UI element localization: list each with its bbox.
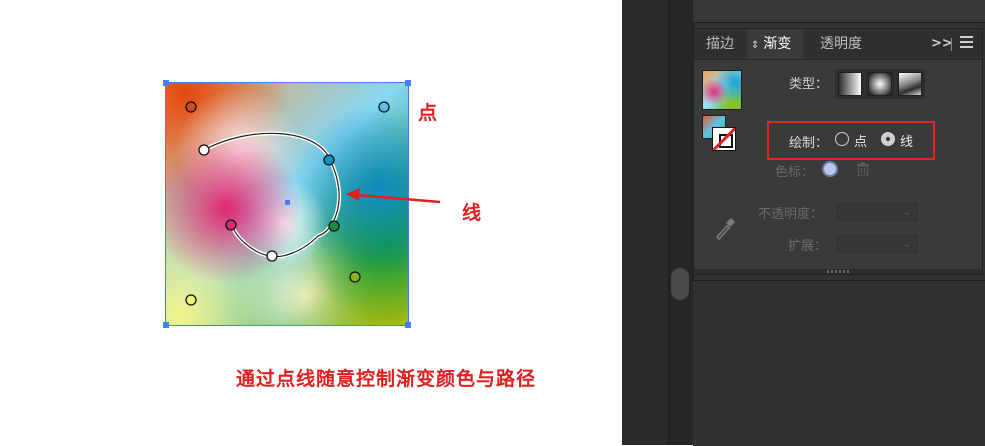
- splitter-grip[interactable]: [671, 268, 689, 300]
- panel-tabbar: 描边 ⇕ 渐变 透明度 >>: [694, 29, 982, 60]
- annotation-arrow: [346, 188, 441, 204]
- color-stop-swatch[interactable]: [822, 161, 838, 177]
- opacity-dropdown[interactable]: ⌄: [834, 201, 920, 223]
- sort-icon: ⇕: [751, 40, 760, 51]
- tab-stroke[interactable]: 描边: [706, 29, 734, 59]
- draw-line-radio[interactable]: [881, 132, 895, 146]
- draw-point-label[interactable]: 点: [854, 131, 867, 150]
- trash-icon[interactable]: [857, 162, 869, 176]
- eyedropper-icon[interactable]: [714, 216, 736, 240]
- color-stop[interactable]: [185, 101, 197, 113]
- draw-point-radio[interactable]: [835, 132, 849, 146]
- tool-dock: [622, 0, 668, 445]
- artboard: 点 线 通过点线随意控制渐变颜色与路径: [0, 0, 622, 445]
- gradient-type-group: [835, 69, 925, 99]
- line-stop[interactable]: [198, 144, 210, 156]
- type-label: 类型：: [789, 77, 829, 92]
- line-stop[interactable]: [328, 220, 340, 232]
- draw-label: 绘制：: [789, 136, 829, 151]
- point-annotation: 点: [418, 102, 438, 124]
- resize-grip[interactable]: [827, 270, 849, 273]
- line-stop[interactable]: [323, 154, 335, 166]
- line-annotation: 线: [462, 202, 482, 224]
- chevron-down-icon: ⌄: [901, 236, 912, 250]
- line-stop[interactable]: [225, 219, 237, 231]
- stroke-none-swatch[interactable]: [712, 127, 736, 151]
- divider: [951, 38, 952, 51]
- expand-label: 扩展：: [788, 239, 828, 254]
- color-stop-label: 色标：: [775, 165, 815, 180]
- tab-gradient[interactable]: ⇕ 渐变: [747, 29, 803, 59]
- bottom-panel: [693, 280, 985, 446]
- panel-menu-icon[interactable]: [960, 36, 973, 48]
- radial-gradient-button[interactable]: [868, 72, 892, 96]
- color-stop[interactable]: [349, 271, 361, 283]
- draw-line-label[interactable]: 线: [900, 131, 913, 150]
- gradient-preview-swatch[interactable]: [702, 70, 742, 110]
- opacity-label: 不透明度：: [758, 207, 824, 222]
- color-stop[interactable]: [378, 101, 390, 113]
- caption: 通过点线随意控制渐变颜色与路径: [236, 368, 537, 390]
- gradient-panel: 描边 ⇕ 渐变 透明度 >> 类型： 绘制： 点 线 色标： 不透明度： ⌄ 扩展…: [693, 28, 983, 275]
- linear-gradient-button[interactable]: [838, 72, 862, 96]
- panel-splitter[interactable]: [668, 0, 694, 445]
- color-stop[interactable]: [185, 294, 197, 306]
- top-panel: [693, 0, 985, 23]
- freeform-gradient-button[interactable]: [898, 72, 922, 96]
- tab-gradient-label: 渐变: [763, 36, 792, 52]
- chevron-down-icon: ⌄: [901, 204, 912, 218]
- line-stop[interactable]: [266, 250, 278, 262]
- tab-transparency[interactable]: 透明度: [820, 29, 862, 59]
- more-panels-icon[interactable]: >>: [931, 36, 953, 51]
- gradient-line-path[interactable]: [203, 131, 342, 259]
- center-marker: [285, 200, 290, 205]
- expand-dropdown[interactable]: ⌄: [834, 233, 920, 255]
